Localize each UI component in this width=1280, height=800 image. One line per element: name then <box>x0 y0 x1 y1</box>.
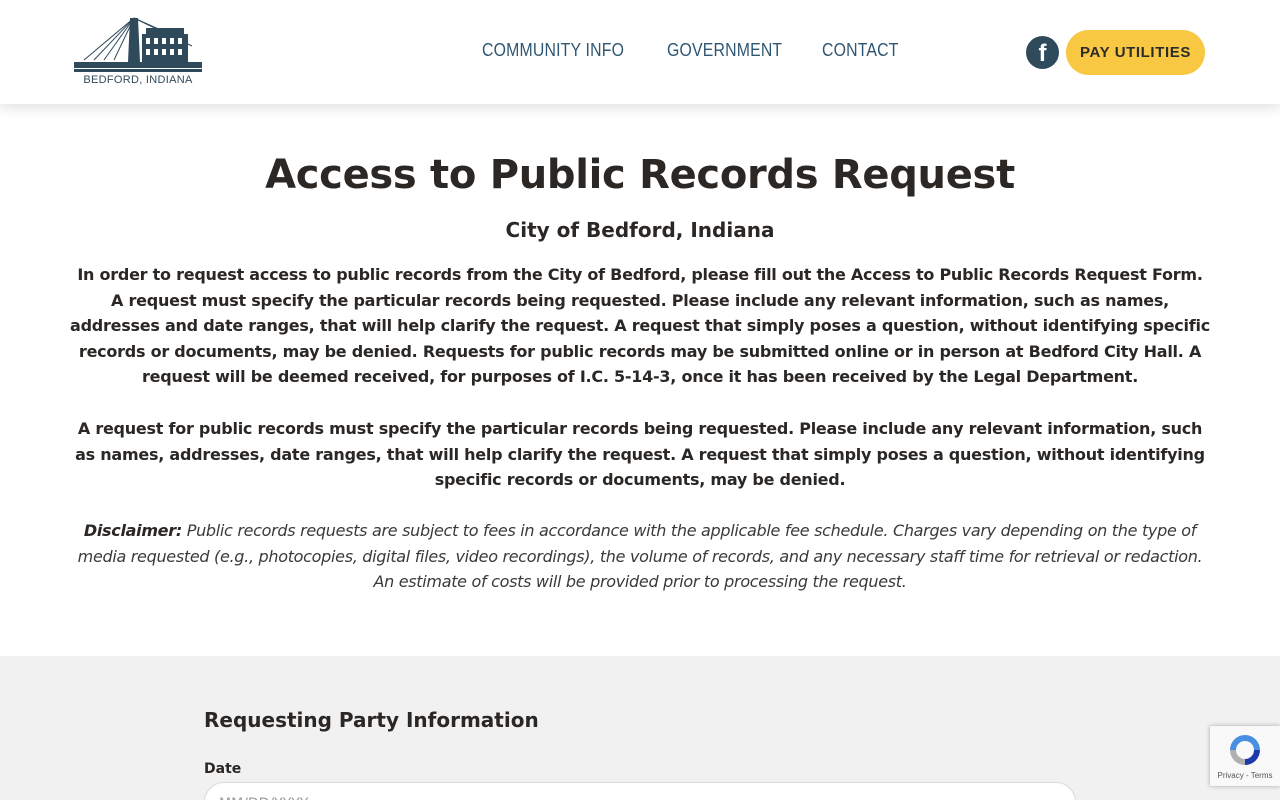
section-title-requesting-party: Requesting Party Information <box>204 708 539 732</box>
nav-government[interactable]: GOVERNMENT <box>667 40 782 61</box>
page-subtitle: City of Bedford, Indiana <box>505 218 775 242</box>
recaptcha-links[interactable]: Privacy - Terms <box>1210 771 1280 780</box>
main-nav: COMMUNITY INFO GOVERNMENT CONTACT <box>482 40 910 61</box>
page-title: Access to Public Records Request <box>265 152 1015 198</box>
recaptcha-badge[interactable]: Privacy - Terms <box>1210 726 1280 786</box>
intro-paragraph-1: In order to request access to public rec… <box>70 265 1210 387</box>
recaptcha-icon <box>1227 732 1263 768</box>
disclaimer-label: Disclaimer: <box>83 521 182 540</box>
date-input[interactable] <box>204 782 1076 800</box>
date-label: Date <box>204 761 242 777</box>
logo-caption: BEDFORD, INDIANA <box>83 74 193 86</box>
pay-utilities-button[interactable]: PAY UTILITIES <box>1066 30 1205 75</box>
request-form: Requesting Party Information Date <box>0 656 1280 800</box>
disclaimer-text: Public records requests are subject to f… <box>77 521 1203 592</box>
site-header: BEDFORD, INDIANA COMMUNITY INFO GOVERNME… <box>0 0 1280 104</box>
nav-contact[interactable]: CONTACT <box>822 40 899 61</box>
disclaimer: Disclaimer: Public records requests are … <box>70 518 1210 595</box>
facebook-icon[interactable]: f <box>1026 36 1059 69</box>
intro-paragraph-2: A request for public records must specif… <box>75 419 1205 490</box>
nav-community-info[interactable]: COMMUNITY INFO <box>482 40 624 61</box>
intro-section: Access to Public Records Request City of… <box>0 104 1280 656</box>
